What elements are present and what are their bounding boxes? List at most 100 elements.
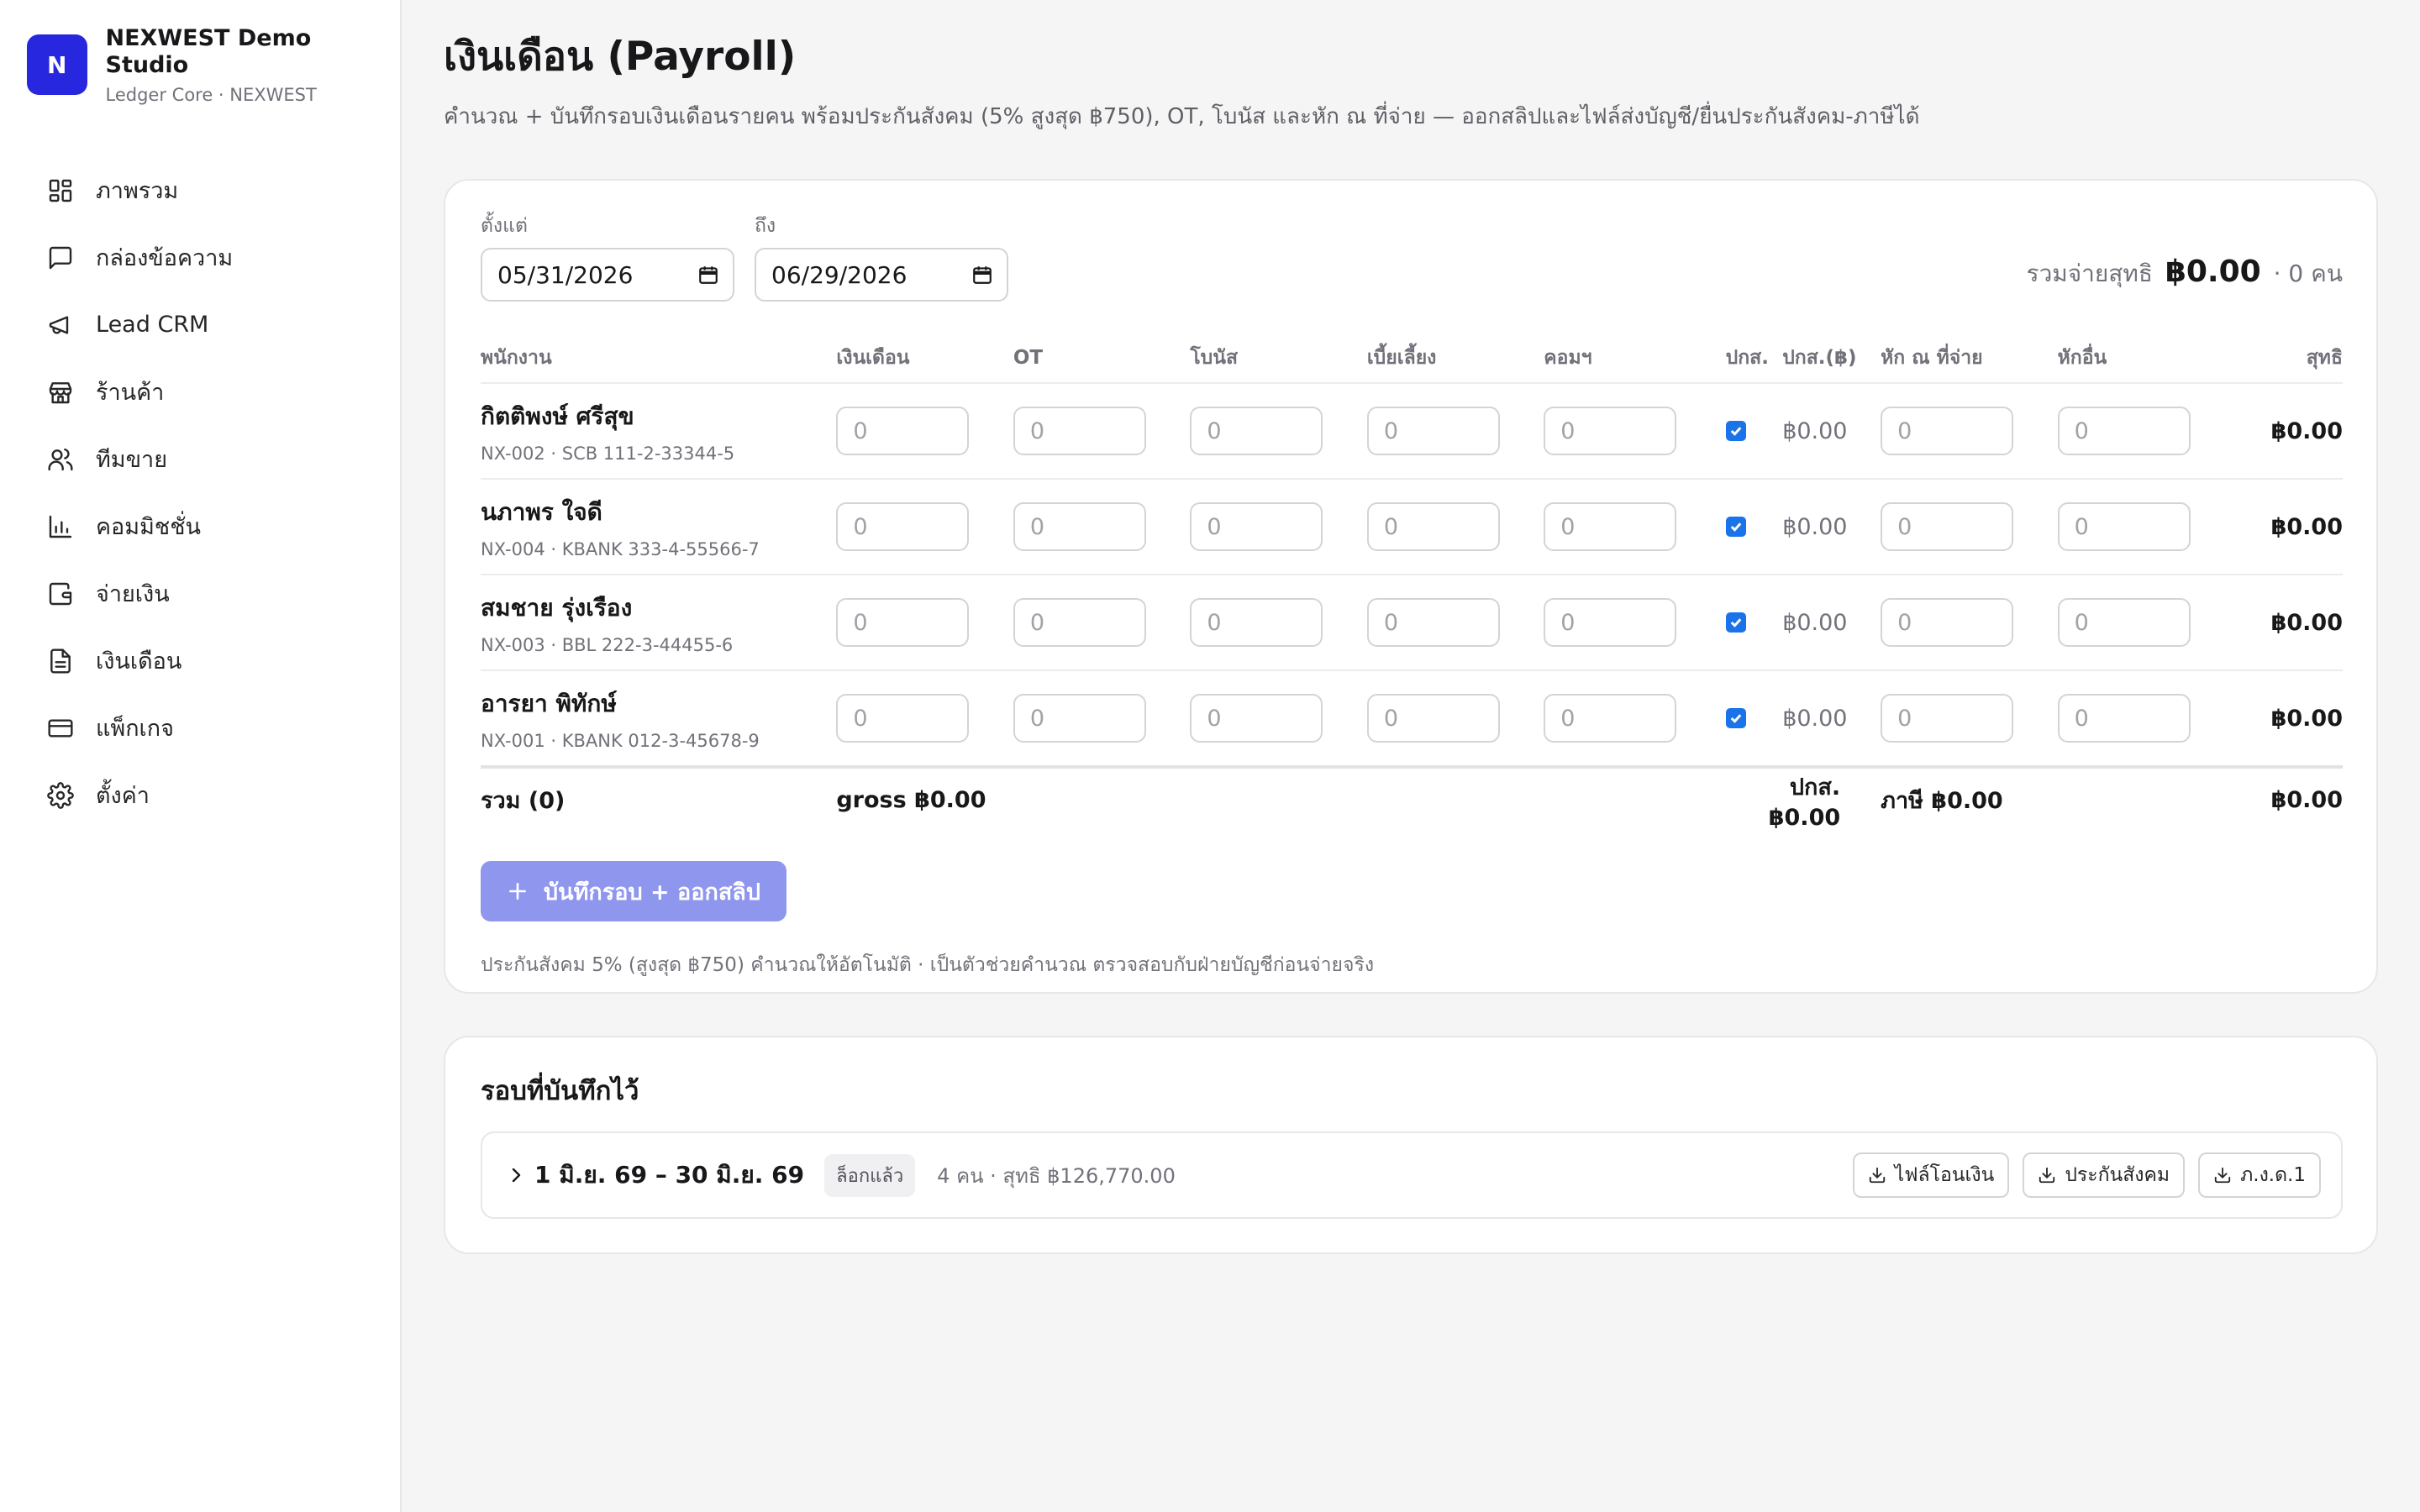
bank-transfer-file-button[interactable]: ไฟล์โอนเงิน bbox=[1852, 1152, 2010, 1199]
plus-icon bbox=[509, 883, 526, 900]
col-allowance: เบี้ยเลี้ยง bbox=[1366, 333, 1544, 385]
net-amount: ฿0.00 bbox=[2208, 479, 2343, 576]
allowance-input[interactable]: 0 bbox=[1366, 407, 1500, 456]
sidebar-item-payout[interactable]: จ่ายเงิน bbox=[27, 560, 400, 627]
allowance-input[interactable]: 0 bbox=[1366, 598, 1500, 648]
salary-input[interactable]: 0 bbox=[836, 502, 970, 552]
from-date-field: ตั้งแต่ 05/31/2026 bbox=[481, 211, 734, 302]
calendar-icon[interactable] bbox=[971, 264, 993, 286]
page-subtitle: คำนวณ + บันทึกรอบเงินเดือนรายคน พร้อมประ… bbox=[444, 104, 1920, 130]
other-deduction-input[interactable]: 0 bbox=[2057, 598, 2191, 648]
payroll-card: ตั้งแต่ 05/31/2026 ถึง 06/29/2026 รวมจ่า… bbox=[444, 179, 2378, 995]
from-date-value: 05/31/2026 bbox=[497, 260, 634, 289]
commission-input[interactable]: 0 bbox=[1544, 694, 1677, 743]
allowance-input[interactable]: 0 bbox=[1366, 502, 1500, 552]
gear-icon bbox=[47, 781, 74, 809]
other-deduction-input[interactable]: 0 bbox=[2057, 502, 2191, 552]
sso-checkbox[interactable] bbox=[1725, 708, 1746, 729]
other-deduction-input[interactable]: 0 bbox=[2057, 694, 2191, 743]
sidebar-item-commission[interactable]: คอมมิชชั่น bbox=[27, 493, 400, 560]
brand: N NEXWEST Demo Studio Ledger Core · NEXW… bbox=[27, 25, 400, 105]
col-sso-amount: ปกส.(฿) bbox=[1782, 333, 1881, 385]
credit-card-icon bbox=[48, 719, 73, 738]
download-button-label: ประกันสังคม bbox=[2065, 1164, 2170, 1187]
salary-input[interactable]: 0 bbox=[836, 407, 970, 456]
withholding-tax-input[interactable]: 0 bbox=[1881, 694, 2014, 743]
chevron-right-icon[interactable] bbox=[506, 1165, 526, 1185]
wallet-icon bbox=[49, 582, 72, 605]
download-icon bbox=[2039, 1168, 2055, 1184]
bonus-input[interactable]: 0 bbox=[1190, 598, 1323, 648]
period-label: 1 มิ.ย. 69 – 30 มิ.ย. 69 bbox=[534, 1161, 805, 1189]
check-icon bbox=[1730, 714, 1741, 724]
pnd1-file-button[interactable]: ภ.ง.ด.1 bbox=[2198, 1152, 2321, 1199]
ot-input[interactable]: 0 bbox=[1013, 407, 1146, 456]
sso-checkbox[interactable] bbox=[1725, 517, 1746, 538]
ot-input[interactable]: 0 bbox=[1013, 598, 1146, 648]
employee-name: สมชาย รุ่งเรือง bbox=[481, 594, 633, 622]
net-summary-label: รวมจ่ายสุทธิ bbox=[2026, 260, 2153, 288]
col-employee: พนักงาน bbox=[481, 333, 837, 385]
saved-period-row[interactable]: 1 มิ.ย. 69 – 30 มิ.ย. 69 ล็อกแล้ว 4 คน ·… bbox=[481, 1131, 2343, 1220]
totals-sso: ปกส. ฿0.00 bbox=[1768, 774, 1841, 832]
ot-input[interactable]: 0 bbox=[1013, 502, 1146, 552]
payroll-table: พนักงาน เงินเดือน OT โบนัส เบี้ยเลี้ยง ค… bbox=[481, 333, 2343, 831]
sso-checkbox[interactable] bbox=[1725, 421, 1746, 442]
sso-checkbox[interactable] bbox=[1725, 612, 1746, 633]
table-row: สมชาย รุ่งเรือง NX-003 · BBL 222-3-44455-… bbox=[481, 575, 2343, 672]
table-row: กิตติพงษ์ ศรีสุข NX-002 · SCB 111-2-33344… bbox=[481, 383, 2343, 480]
sidebar-item-settings[interactable]: ตั้งค่า bbox=[27, 762, 400, 829]
col-other-deduction: หักอื่น bbox=[2057, 333, 2208, 385]
calendar-icon[interactable] bbox=[697, 264, 719, 286]
sidebar-item-payroll[interactable]: เงินเดือน bbox=[27, 627, 400, 695]
sidebar-item-label: ภาพรวม bbox=[96, 178, 179, 205]
bonus-input[interactable]: 0 bbox=[1190, 502, 1323, 552]
sidebar-item-label: ร้านค้า bbox=[96, 380, 165, 407]
sidebar-item-store[interactable]: ร้านค้า bbox=[27, 359, 400, 426]
bonus-input[interactable]: 0 bbox=[1190, 694, 1323, 743]
footnote: ประกันสังคม 5% (สูงสุด ฿750) คำนวณให้อัต… bbox=[481, 954, 1375, 977]
sidebar-item-lead-crm[interactable]: Lead CRM bbox=[27, 291, 400, 359]
social-security-file-button[interactable]: ประกันสังคม bbox=[2023, 1152, 2186, 1199]
save-and-issue-slips-button[interactable]: บันทึกรอบ + ออกสลิป bbox=[481, 861, 786, 922]
brand-name: NEXWEST Demo Studio bbox=[105, 25, 312, 79]
to-date-field: ถึง 06/29/2026 bbox=[755, 211, 1008, 302]
commission-input[interactable]: 0 bbox=[1544, 502, 1677, 552]
check-icon bbox=[1730, 427, 1741, 437]
ot-input[interactable]: 0 bbox=[1013, 694, 1146, 743]
table-row: อารยา พิทักษ์ NX-001 · KBANK 012-3-45678-… bbox=[481, 670, 2343, 769]
to-date-input[interactable]: 06/29/2026 bbox=[755, 248, 1008, 302]
commission-input[interactable]: 0 bbox=[1544, 598, 1677, 648]
totals-label: รวม (0) bbox=[481, 787, 566, 814]
employee-meta: NX-001 · KBANK 012-3-45678-9 bbox=[481, 731, 760, 752]
to-date-label: ถึง bbox=[755, 215, 776, 238]
withholding-tax-input[interactable]: 0 bbox=[1881, 598, 2014, 648]
megaphone-icon bbox=[49, 316, 69, 334]
col-withholding-tax: หัก ณ ที่จ่าย bbox=[1881, 333, 2058, 385]
download-button-label: ไฟล์โอนเงิน bbox=[1894, 1164, 1995, 1187]
period-meta: 4 คน · สุทธิ ฿126,770.00 bbox=[937, 1163, 1176, 1188]
totals-tax: ภาษี ฿0.00 bbox=[1881, 787, 2003, 814]
brand-logo[interactable]: N bbox=[27, 34, 87, 96]
allowance-input[interactable]: 0 bbox=[1366, 694, 1500, 743]
table-row: นภาพร ใจดี NX-004 · KBANK 333-4-55566-7 0… bbox=[481, 479, 2343, 576]
sidebar-item-sales-team[interactable]: ทีมขาย bbox=[27, 426, 400, 493]
brand-subtitle: Ledger Core · NEXWEST bbox=[105, 84, 317, 105]
salary-input[interactable]: 0 bbox=[836, 694, 970, 743]
net-amount: ฿0.00 bbox=[2208, 383, 2343, 480]
other-deduction-input[interactable]: 0 bbox=[2057, 407, 2191, 456]
sidebar-item-packages[interactable]: แพ็กเกจ bbox=[27, 695, 400, 762]
col-net: สุทธิ bbox=[2208, 333, 2343, 385]
sidebar-item-inbox[interactable]: กล่องข้อความ bbox=[27, 224, 400, 291]
withholding-tax-input[interactable]: 0 bbox=[1881, 407, 2014, 456]
download-icon bbox=[1869, 1168, 1885, 1184]
bonus-input[interactable]: 0 bbox=[1190, 407, 1323, 456]
main-content: เงินเดือน (Payroll) คำนวณ + บันทึกรอบเงิ… bbox=[402, 0, 2420, 1512]
from-date-input[interactable]: 05/31/2026 bbox=[481, 248, 734, 302]
sidebar-item-overview[interactable]: ภาพรวม bbox=[27, 157, 400, 224]
salary-input[interactable]: 0 bbox=[836, 598, 970, 648]
sidebar-item-label: จ่ายเงิน bbox=[96, 581, 170, 608]
download-button-label: ภ.ง.ด.1 bbox=[2240, 1164, 2306, 1187]
withholding-tax-input[interactable]: 0 bbox=[1881, 502, 2014, 552]
commission-input[interactable]: 0 bbox=[1544, 407, 1677, 456]
